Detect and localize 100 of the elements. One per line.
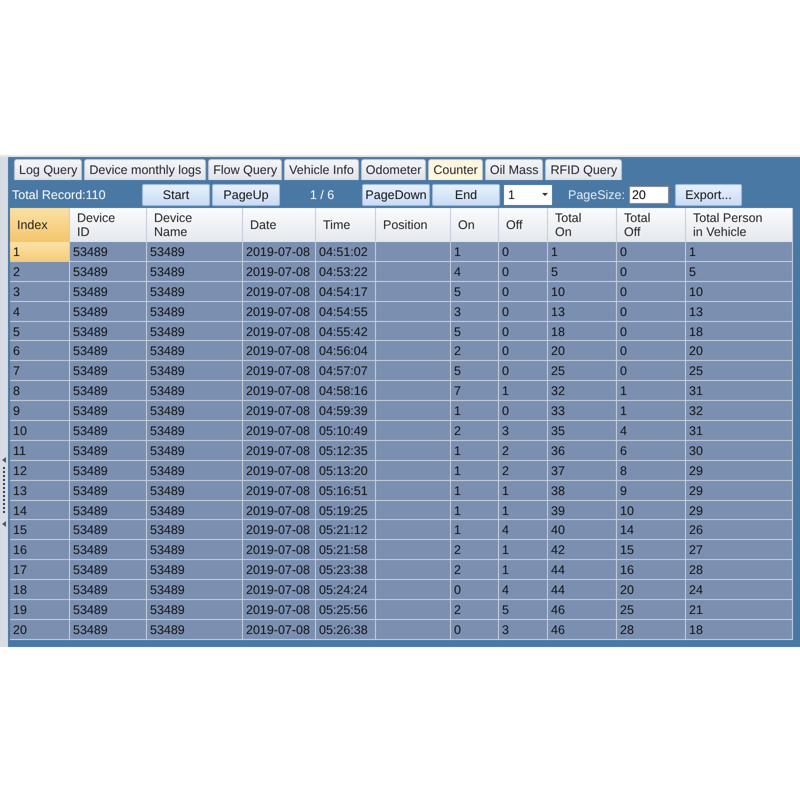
page-down-button[interactable]: PageDown	[362, 184, 430, 206]
column-header[interactable]: Time	[316, 208, 376, 242]
table-cell: 04:53:22	[316, 262, 376, 282]
table-cell[interactable]: 17	[10, 560, 70, 580]
table-cell[interactable]: 18	[10, 580, 70, 600]
column-header[interactable]: Total Person in Vehicle	[686, 208, 793, 242]
page-size-label: PageSize:	[568, 188, 625, 202]
table-cell: 25	[617, 600, 686, 620]
table-cell: 0	[617, 302, 686, 322]
table-cell: 18	[548, 322, 617, 342]
table-cell: 2019-07-08	[243, 401, 316, 422]
start-button[interactable]: Start	[142, 184, 210, 206]
column-header[interactable]: On	[451, 208, 499, 242]
column-header[interactable]: Off	[499, 208, 548, 242]
table-cell: 04:55:42	[316, 322, 376, 342]
table-cell: 2019-07-08	[243, 460, 316, 481]
table-cell: 2019-07-08	[243, 421, 316, 441]
table-cell[interactable]: 6	[10, 341, 70, 362]
tab[interactable]: Odometer	[360, 159, 426, 180]
table-cell: 53489	[147, 560, 243, 580]
table-cell: 53489	[70, 620, 147, 640]
table-cell: 04:59:39	[316, 401, 376, 422]
table-cell: 37	[548, 460, 617, 481]
table-cell[interactable]: 7	[10, 361, 70, 382]
table-cell: 2019-07-08	[243, 302, 316, 322]
table-cell: 0	[617, 262, 686, 282]
table-cell[interactable]: 4	[10, 302, 70, 322]
table-cell: 53489	[70, 262, 147, 282]
table-cell: 2	[451, 341, 499, 362]
end-button[interactable]: End	[432, 184, 500, 206]
table-cell: 2	[451, 540, 499, 560]
page-size-field[interactable]: 20	[628, 186, 669, 204]
tab[interactable]: Oil Mass	[484, 159, 544, 180]
column-header[interactable]: Total Off	[617, 208, 686, 242]
export-button[interactable]: Export...	[674, 184, 742, 206]
table-cell: 31	[686, 421, 793, 441]
table-cell[interactable]: 19	[10, 600, 70, 620]
table-cell: 5	[499, 600, 548, 620]
tab[interactable]: Log Query	[14, 159, 82, 180]
table-cell: 53489	[70, 302, 147, 322]
table-cell[interactable]: 9	[10, 401, 70, 422]
table-cell[interactable]: 14	[10, 500, 70, 520]
table-cell: 25	[548, 361, 617, 382]
table-cell: 35	[548, 421, 617, 441]
table-cell: 29	[686, 460, 793, 481]
table-cell: 53489	[147, 242, 243, 262]
table-cell: 53489	[70, 341, 147, 362]
table-cell: 0	[499, 361, 548, 382]
table-cell[interactable]: 2	[10, 262, 70, 282]
table-cell: 53489	[70, 460, 147, 481]
column-header[interactable]: Index	[10, 208, 70, 242]
table-cell: 18	[686, 620, 793, 640]
table-cell: 8	[617, 460, 686, 481]
page-up-button[interactable]: PageUp	[212, 184, 280, 206]
table-cell: 13	[686, 302, 793, 322]
tab[interactable]: RFID Query	[545, 159, 622, 180]
table-cell: 53489	[70, 540, 147, 560]
table-cell: 53489	[147, 361, 243, 382]
column-header[interactable]: Total On	[548, 208, 617, 242]
table-cell: 53489	[70, 500, 147, 520]
table-cell[interactable]: 16	[10, 540, 70, 560]
table-cell[interactable]: 20	[10, 620, 70, 640]
table-cell: 0	[451, 620, 499, 640]
tab[interactable]: Vehicle Info	[284, 159, 359, 180]
table-cell: 1	[451, 480, 499, 501]
table-cell[interactable]: 8	[10, 381, 70, 402]
table-cell[interactable]: 15	[10, 520, 70, 540]
table-cell[interactable]: 12	[10, 460, 70, 481]
page-select[interactable]: 1	[504, 184, 552, 204]
table-cell: 2	[451, 560, 499, 580]
tab[interactable]: Flow Query	[208, 159, 282, 180]
column-header[interactable]: Date	[243, 208, 316, 242]
tab[interactable]: Device monthly logs	[84, 159, 206, 180]
table-cell[interactable]: 3	[10, 282, 70, 302]
table-cell[interactable]: 1	[10, 242, 70, 262]
table-cell[interactable]: 10	[10, 421, 70, 441]
table-cell: 20	[548, 341, 617, 362]
collapse-arrow-icon[interactable]	[2, 457, 6, 463]
table-cell: 1	[499, 540, 548, 560]
table-cell: 53489	[147, 341, 243, 362]
table-cell: 53489	[70, 361, 147, 382]
column-header[interactable]: Device Name	[147, 208, 243, 242]
table-cell: 2019-07-08	[243, 620, 316, 640]
splitter-handle[interactable]	[0, 157, 8, 647]
column-header[interactable]: Position	[376, 208, 451, 242]
tab[interactable]: Counter	[428, 159, 483, 180]
table-cell: 1	[451, 242, 499, 262]
column-header[interactable]: Device ID	[70, 208, 147, 242]
table-cell: 24	[686, 580, 793, 600]
table-cell[interactable]: 13	[10, 480, 70, 501]
expand-arrow-icon[interactable]	[2, 521, 6, 527]
table-cell[interactable]: 11	[10, 440, 70, 461]
table-cell: 42	[548, 540, 617, 560]
table-cell: 2019-07-08	[243, 361, 316, 382]
table-cell: 53489	[147, 421, 243, 441]
table-cell: 2019-07-08	[243, 282, 316, 302]
table-cell[interactable]: 5	[10, 322, 70, 342]
table-cell: 2019-07-08	[243, 440, 316, 461]
table-cell: 53489	[147, 262, 243, 282]
table-cell: 1	[548, 242, 617, 262]
